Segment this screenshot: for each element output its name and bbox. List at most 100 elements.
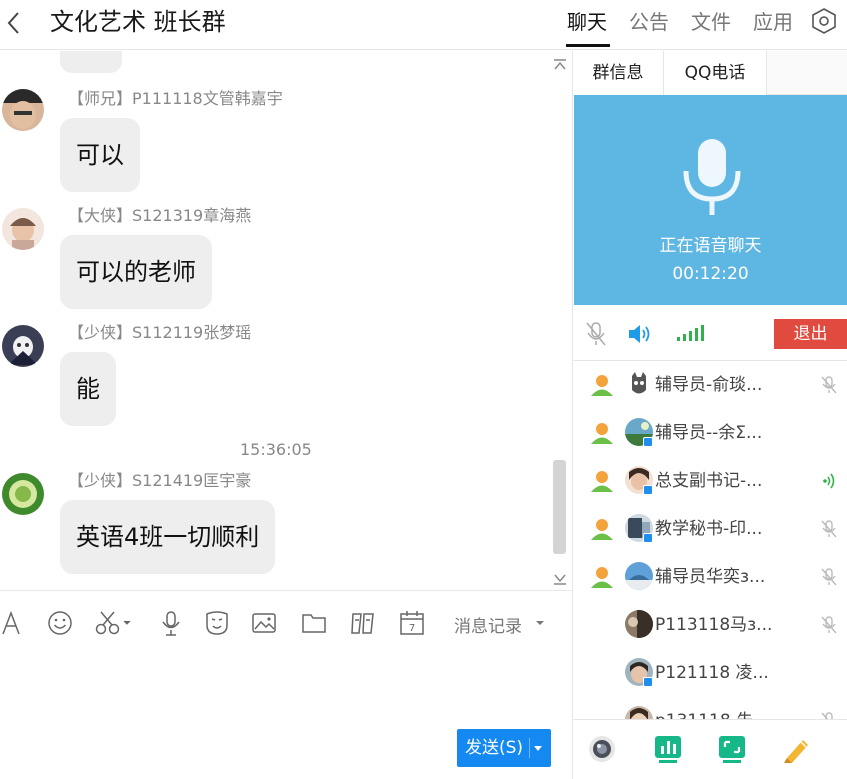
admin-role-icon — [591, 423, 613, 444]
message-history-link[interactable]: 消息记录 — [454, 612, 522, 637]
active-tab-indicator — [566, 44, 610, 47]
microphone-icon — [683, 139, 741, 215]
admin-role-icon — [591, 375, 613, 396]
whiteboard-pen-icon[interactable] — [781, 734, 811, 764]
calendar-day: 7 — [409, 623, 415, 634]
send-options-chevron-icon[interactable] — [533, 745, 543, 752]
chat-scrollbar[interactable] — [553, 460, 566, 554]
avatar[interactable] — [2, 89, 44, 131]
mic-muted-icon — [821, 712, 833, 719]
back-arrow-icon[interactable] — [2, 3, 26, 43]
admin-role-icon — [591, 519, 613, 540]
tab-qq-call[interactable]: QQ电话 — [664, 51, 766, 95]
sender-name: 【大侠】S121319章海燕 — [68, 206, 252, 225]
panel-bottom-toolbar — [573, 719, 847, 779]
signal-strength-icon — [677, 325, 704, 341]
tab-files[interactable]: 文件 — [691, 9, 731, 35]
mic-muted-icon — [821, 568, 837, 586]
gift-icon[interactable] — [349, 609, 377, 637]
member-item[interactable]: p131118 朱... — [573, 697, 847, 719]
member-name: 教学秘书-印... — [655, 519, 763, 539]
message-timestamp: 15:36:05 — [240, 440, 312, 459]
member-name: P113118马з... — [655, 615, 773, 635]
member-name: 辅导员--余Σ... — [655, 423, 763, 443]
microphone-icon[interactable] — [157, 609, 185, 637]
message-bubble[interactable]: 可以 — [60, 118, 140, 192]
settings-hexagon-icon[interactable] — [810, 6, 838, 36]
input-toolbar: 7 消息记录 — [0, 590, 572, 653]
member-name: P121118 凌... — [655, 663, 769, 683]
message-bubble[interactable]: 英语4班一切顺利 — [60, 500, 276, 574]
voice-chat-card: 正在语音聊天 00:12:20 — [574, 95, 847, 305]
folder-icon[interactable] — [300, 609, 328, 637]
member-name: 辅导员华奕з... — [655, 567, 766, 587]
avatar[interactable] — [2, 208, 44, 250]
member-name: 辅导员-俞琰... — [655, 375, 763, 395]
chevron-down-icon[interactable] — [535, 619, 545, 627]
member-item[interactable]: 教学秘书-印... — [573, 505, 847, 553]
panel-tabs: 群信息 QQ电话 — [573, 51, 847, 95]
scroll-down-icon[interactable] — [552, 572, 568, 586]
admin-role-icon — [591, 471, 613, 492]
tab-chat[interactable]: 聊天 — [567, 9, 607, 35]
device-badge — [643, 437, 653, 447]
member-item[interactable]: 辅导员--余Σ... — [573, 409, 847, 457]
voice-timer: 00:12:20 — [672, 264, 749, 284]
scroll-up-icon[interactable] — [552, 58, 568, 72]
speaker-icon[interactable] — [626, 321, 652, 347]
message-list[interactable]: 【师兄】P111118文管韩嘉宇 可以 【大侠】S121319章海燕 可以的老师 — [0, 51, 572, 590]
sticker-icon[interactable] — [203, 609, 231, 637]
chat-header: 文化艺术 班长群 聊天 公告 文件 应用 — [0, 0, 847, 50]
camera-icon[interactable] — [587, 734, 617, 764]
device-badge — [643, 677, 653, 687]
member-avatar — [625, 610, 653, 638]
send-divider — [529, 738, 530, 758]
member-item[interactable]: 辅导员-俞琰... — [573, 361, 847, 409]
font-icon[interactable] — [0, 609, 28, 637]
send-button[interactable]: 发送(S) — [457, 729, 551, 767]
qq-group-chat-window: 文化艺术 班长群 聊天 公告 文件 应用 【师兄】P111118文管韩嘉宇 可以… — [0, 0, 847, 779]
member-list[interactable]: 辅导员-俞琰... 辅导员--余Σ... 总支副书记-... 教学秘书-印...… — [573, 361, 847, 719]
previous-message-bubble — [60, 51, 122, 73]
calendar-icon[interactable]: 7 — [398, 609, 426, 637]
exit-call-button[interactable]: 退出 — [774, 319, 847, 349]
tab-divider — [766, 51, 767, 95]
avatar[interactable] — [2, 473, 44, 515]
avatar[interactable] — [2, 325, 44, 367]
sender-name: 【少侠】S112119张梦瑶 — [68, 323, 252, 342]
group-title: 文化艺术 班长群 — [50, 8, 226, 36]
member-item[interactable]: P121118 凌... — [573, 649, 847, 697]
device-badge — [643, 533, 653, 543]
member-avatar — [625, 370, 653, 398]
sender-name: 【师兄】P111118文管韩嘉宇 — [68, 89, 283, 108]
mic-muted-icon — [821, 616, 837, 634]
member-item[interactable]: P113118马з... — [573, 601, 847, 649]
speaking-icon — [823, 473, 835, 489]
send-button-label: 发送(S) — [465, 738, 524, 758]
message-bubble[interactable]: 能 — [60, 352, 116, 426]
sender-name: 【少侠】S121419匡宇豪 — [68, 471, 252, 490]
member-item[interactable]: 辅导员华奕з... — [573, 553, 847, 601]
tab-group-info[interactable]: 群信息 — [573, 51, 663, 95]
screen-share-icon[interactable] — [717, 734, 747, 764]
scissors-icon[interactable] — [94, 609, 134, 637]
stats-icon[interactable] — [653, 734, 683, 764]
member-name: p131118 朱... — [655, 710, 769, 719]
tab-announcement[interactable]: 公告 — [629, 9, 669, 35]
member-avatar — [625, 562, 653, 590]
tab-apps[interactable]: 应用 — [753, 9, 793, 35]
admin-role-icon — [591, 567, 613, 588]
message-bubble[interactable]: 可以的老师 — [60, 235, 212, 309]
member-avatar — [625, 706, 653, 719]
voice-status: 正在语音聊天 — [659, 236, 762, 256]
member-item[interactable]: 总支副书记-... — [573, 457, 847, 505]
member-name: 总支副书记-... — [655, 471, 763, 491]
emoji-icon[interactable] — [46, 609, 74, 637]
mic-muted-icon — [821, 376, 837, 394]
call-controls: 退出 — [573, 305, 847, 361]
right-panel: 群信息 QQ电话 正在语音聊天 00:12:20 退出 辅导员-俞琰... 辅导… — [572, 51, 847, 779]
mic-muted-icon — [821, 520, 837, 538]
image-icon[interactable] — [250, 609, 278, 637]
device-badge — [643, 485, 653, 495]
mic-muted-icon[interactable] — [585, 321, 607, 347]
